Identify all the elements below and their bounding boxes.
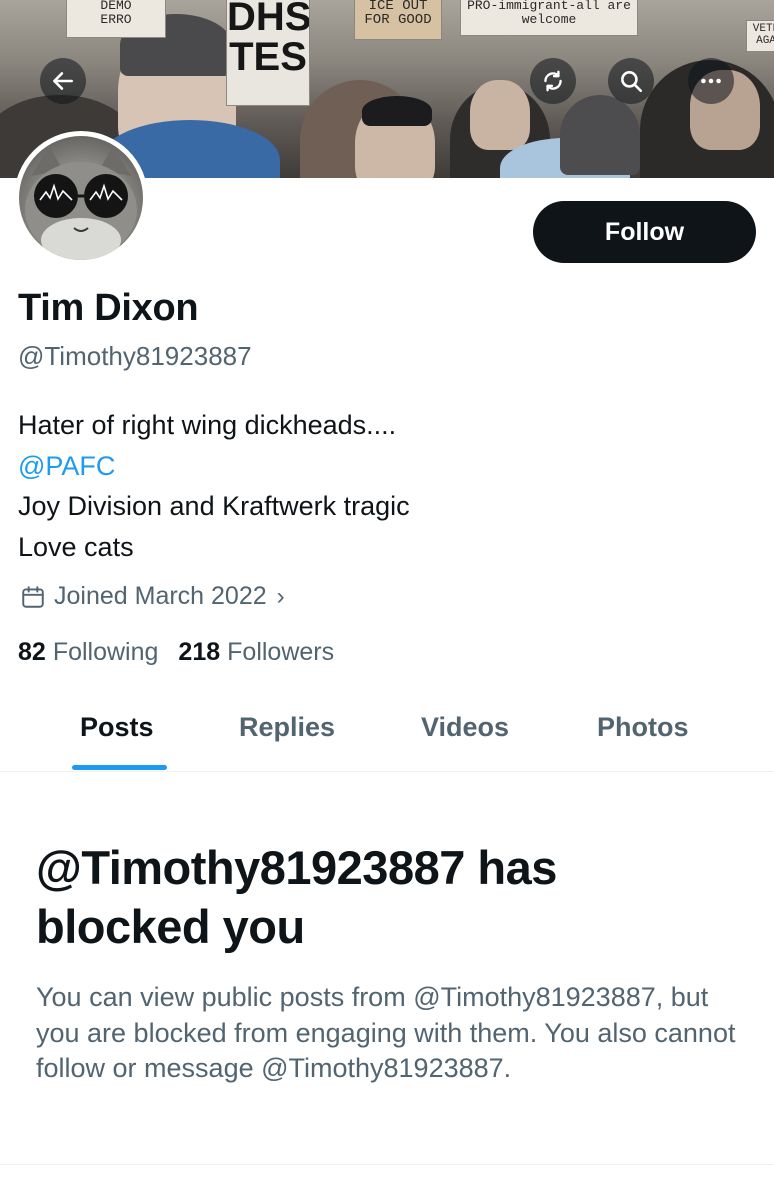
tab-photos[interactable]: Photos (597, 712, 689, 743)
banner-photo-person (560, 95, 640, 175)
divider (0, 1164, 774, 1165)
more-options-icon (701, 78, 721, 84)
joined-date[interactable]: Joined March 2022 › (20, 582, 285, 611)
avatar-image-cat (19, 136, 143, 260)
bio-line: Hater of right wing dickheads.... (18, 410, 397, 440)
chevron-right-icon: › (276, 582, 285, 610)
cat-avatar-icon (25, 146, 137, 260)
tab-replies[interactable]: Replies (239, 712, 335, 743)
followers-label: Followers (227, 638, 335, 666)
bio-mention-link[interactable]: @PAFC (18, 446, 410, 487)
profile-handle: @Timothy81923887 (18, 341, 252, 371)
back-button[interactable] (40, 58, 86, 104)
bio-line: Love cats (18, 531, 134, 562)
banner-sign-text: VETE (752, 23, 774, 35)
more-options-button[interactable] (688, 58, 734, 104)
banner-photo-person (470, 80, 530, 150)
banner-sign-veterans: VETE AGA (746, 20, 774, 52)
followers-stat[interactable]: 218 Followers (178, 638, 334, 667)
arrow-left-icon (53, 72, 73, 90)
banner-sign-text: DHS (227, 0, 310, 39)
refresh-button[interactable] (530, 58, 576, 104)
calendar-icon (22, 585, 44, 608)
banner-photo-cap (362, 96, 432, 126)
blocked-notice-title: @Timothy81923887 has blocked you (36, 841, 557, 953)
profile-tabs: Posts Replies Videos Photos (0, 690, 774, 772)
profile-avatar[interactable] (14, 131, 148, 265)
banner-sign-text: AGA (756, 35, 774, 47)
active-tab-indicator (72, 765, 167, 770)
search-icon (621, 71, 643, 93)
banner-sign-dhs: DHS TES (226, 0, 310, 106)
banner-sign-text: ERRO (100, 12, 132, 27)
banner-sign-ice-out: ICE OUT FOR GOOD (354, 0, 442, 40)
banner-sign-democracy: DEMO ERRO (66, 0, 166, 38)
banner-sign-text: FOR GOOD (364, 12, 432, 28)
banner-sign-text: welcome (521, 12, 577, 27)
search-button[interactable] (608, 58, 654, 104)
following-label: Following (52, 638, 159, 666)
profile-display-name: Tim Dixon (18, 287, 199, 329)
profile-bio: Hater of right wing dickheads.... @PAFC … (18, 405, 410, 567)
follow-button[interactable]: Follow (533, 201, 756, 263)
refresh-icon (544, 70, 562, 92)
blocked-notice-description: You can view public posts from @Timothy8… (36, 982, 736, 1083)
banner-sign-text: TES (229, 35, 307, 79)
followers-count: 218 (178, 638, 221, 666)
bio-line: Joy Division and Kraftwerk tragic (18, 491, 410, 521)
following-stat[interactable]: 82 Following (18, 638, 158, 667)
following-count: 82 (18, 638, 46, 666)
banner-sign-welcome: PRO-immigrant-all are welcome (460, 0, 638, 36)
joined-text: Joined March 2022 (54, 582, 267, 610)
profile-stats: 82 Following 218 Followers (18, 638, 354, 667)
tab-posts[interactable]: Posts (80, 712, 154, 743)
tab-videos[interactable]: Videos (421, 712, 509, 743)
